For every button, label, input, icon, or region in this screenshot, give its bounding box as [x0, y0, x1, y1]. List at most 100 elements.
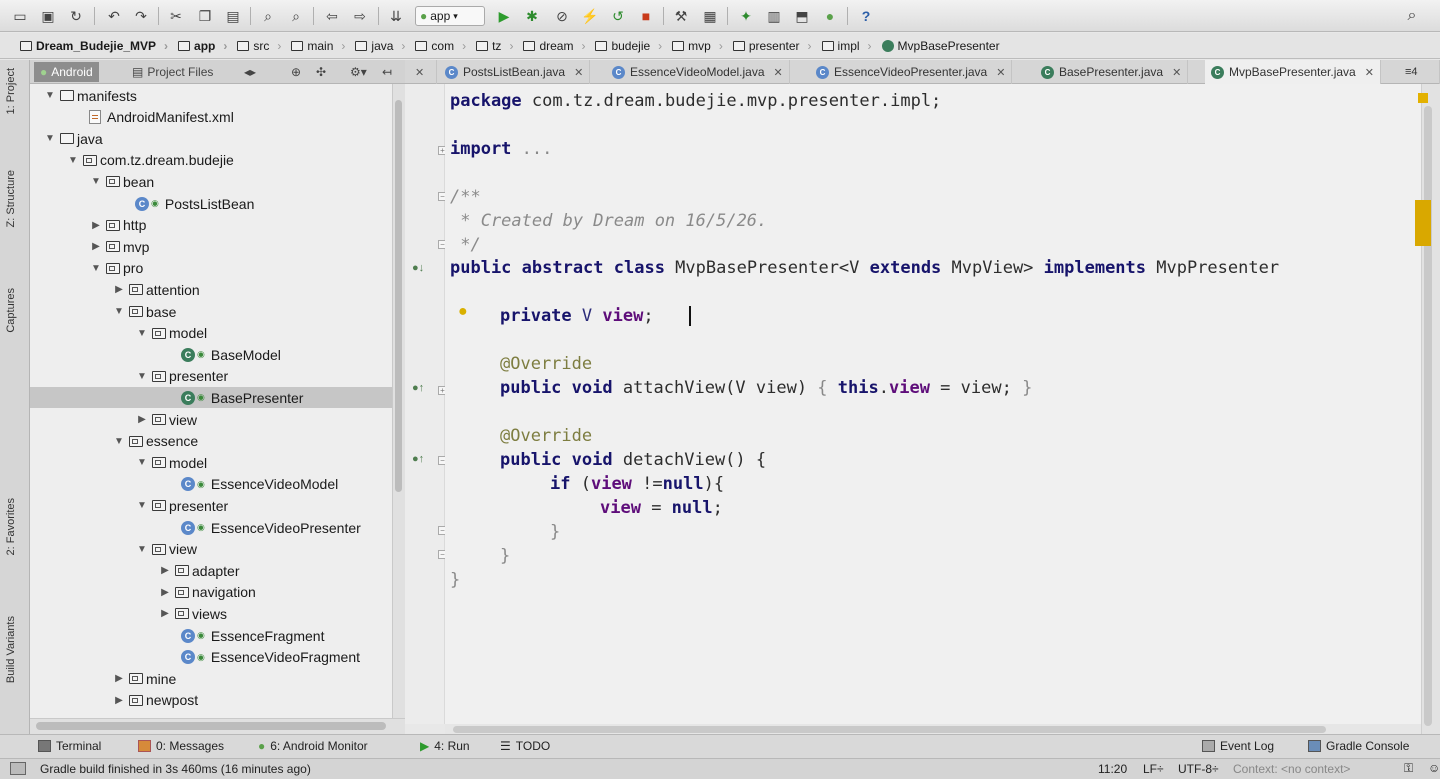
cut-icon[interactable]: ✂	[166, 6, 186, 26]
tree-item-attention[interactable]: ▶ attention	[30, 279, 392, 300]
status-message[interactable]: Gradle build finished in 3s 460ms (16 mi…	[40, 762, 311, 776]
messages-button[interactable]: 0: Messages	[138, 739, 224, 753]
android-icon[interactable]: ●	[820, 6, 840, 26]
tree-item-basepresenter[interactable]: C ◉ BasePresenter	[30, 387, 392, 409]
context-indicator[interactable]: Context: <no context>	[1233, 762, 1350, 776]
editor-tab-active[interactable]: C MvpBasePresenter.java ✕	[1205, 60, 1381, 84]
breadcrumb-item[interactable]: impl ›	[818, 35, 878, 57]
inspection-status-icon[interactable]	[1418, 93, 1428, 103]
tree-item-mvp[interactable]: ▶ mvp	[30, 236, 392, 257]
editor-tab[interactable]: C EssenceVideoPresenter.java ✕	[810, 60, 1013, 84]
tree-item-basemodel[interactable]: C ◉ BaseModel	[30, 344, 392, 365]
close-icon[interactable]: ✕	[996, 66, 1005, 79]
tree-item-adapter[interactable]: ▶ adapter	[30, 560, 392, 581]
tab-switcher-icon[interactable]: ◂▸	[238, 62, 262, 82]
expand-arrow-icon[interactable]: ▼	[136, 544, 148, 555]
tree-item-essencevideomodel[interactable]: C ◉ EssenceVideoModel	[30, 474, 392, 495]
close-icon[interactable]: ✕	[1172, 66, 1181, 79]
expand-arrow-icon[interactable]: ▼	[90, 176, 102, 187]
override-marker-icon[interactable]: ●↑	[412, 453, 424, 465]
editor-tab[interactable]: C BasePresenter.java ✕	[1035, 60, 1189, 84]
tab-project-files[interactable]: ▤ Project Files	[126, 62, 219, 82]
line-separator[interactable]: LF÷	[1143, 762, 1164, 776]
tree-item-views[interactable]: ▶ views	[30, 603, 392, 624]
lock-icon[interactable]: ⚿	[1404, 761, 1413, 776]
android-monitor-button[interactable]: ● 6: Android Monitor	[258, 739, 368, 753]
editor-tab[interactable]: C EssenceVideoModel.java ✕	[606, 60, 790, 84]
project-structure-icon[interactable]: ⚒	[671, 6, 691, 26]
tree-item-java[interactable]: ▼ java	[30, 128, 392, 149]
editor-scroll-thumb[interactable]	[1424, 106, 1432, 726]
project-tool-tab[interactable]: 1: Project	[5, 68, 17, 114]
tree-item-postslistbean[interactable]: C ◉ PostsListBean	[30, 193, 392, 214]
tree-item-model[interactable]: ▼ model	[30, 452, 392, 473]
editor-tab[interactable]: C PostsListBean.java ✕	[439, 60, 591, 84]
expand-arrow-icon[interactable]: ▼	[136, 457, 148, 468]
tree-item-manifests[interactable]: ▼ manifests	[30, 85, 392, 106]
run-configuration-dropdown[interactable]: ● app ▾	[415, 6, 485, 26]
collapse-arrow-icon[interactable]: ▶	[113, 673, 125, 684]
forward-icon[interactable]: ⇨	[350, 6, 370, 26]
apply-changes-icon[interactable]: ⚡	[580, 6, 600, 26]
breadcrumb-item[interactable]: tz ›	[472, 35, 519, 57]
device-monitor-icon[interactable]: ▥	[764, 6, 784, 26]
tree-item-presenter[interactable]: ▼ presenter	[30, 495, 392, 516]
collapse-arrow-icon[interactable]: ▶	[113, 695, 125, 706]
sync-icon[interactable]: ↻	[66, 6, 86, 26]
breadcrumb-item[interactable]: dream ›	[519, 35, 591, 57]
run-icon[interactable]: ▶	[494, 6, 514, 26]
expand-arrow-icon[interactable]: ▼	[113, 436, 125, 447]
inspector-icon[interactable]: ☺	[1428, 761, 1440, 775]
close-icon[interactable]: ✕	[1365, 66, 1374, 79]
paste-icon[interactable]: ▤	[223, 6, 243, 26]
close-icon[interactable]: ✕	[774, 66, 783, 79]
editor-hscroll-thumb[interactable]	[453, 726, 1326, 733]
terminal-button[interactable]: Terminal	[38, 739, 101, 753]
warning-stripe-marker[interactable]	[1415, 200, 1431, 246]
stop-icon[interactable]: ■	[636, 6, 656, 26]
breadcrumb-item[interactable]: src ›	[233, 35, 287, 57]
expand-arrow-icon[interactable]: ▼	[136, 328, 148, 339]
captures-tool-tab[interactable]: Captures	[5, 288, 17, 333]
tab-overflow-button[interactable]: ≡4	[1399, 60, 1440, 84]
breadcrumb-item[interactable]: java ›	[351, 35, 411, 57]
tab-android[interactable]: ● Android	[34, 62, 99, 82]
tree-item-pro[interactable]: ▼ pro	[30, 258, 392, 279]
override-marker-icon[interactable]: ●↑	[412, 382, 424, 394]
close-icon[interactable]: ✕	[574, 66, 583, 79]
todo-button[interactable]: ☰ TODO	[500, 739, 550, 753]
caret-position[interactable]: 11:20	[1098, 762, 1127, 776]
event-log-button[interactable]: Event Log	[1202, 739, 1274, 753]
collapse-arrow-icon[interactable]: ▶	[90, 220, 102, 231]
tree-item-mine[interactable]: ▶ mine	[30, 668, 392, 689]
build-variants-tool-tab[interactable]: Build Variants	[5, 616, 17, 683]
favorites-tool-tab[interactable]: 2: Favorites	[5, 498, 17, 555]
tree-item-presenter[interactable]: ▼ presenter	[30, 366, 392, 387]
breadcrumb-item[interactable]: presenter ›	[729, 35, 818, 57]
avd-manager-icon[interactable]: ✦	[736, 6, 756, 26]
help-icon[interactable]: ?	[856, 6, 876, 26]
collapse-all-icon[interactable]: ✣	[310, 62, 332, 82]
tree-item-com-tz-dream-budejie[interactable]: ▼ com.tz.dream.budejie	[30, 150, 392, 171]
back-icon[interactable]: ⇦	[322, 6, 342, 26]
breadcrumb-item[interactable]: budejie ›	[591, 35, 668, 57]
file-encoding[interactable]: UTF-8÷	[1178, 762, 1219, 776]
tree-item-essence[interactable]: ▼ essence	[30, 431, 392, 452]
tree-item-essencevideopresenter[interactable]: C ◉ EssenceVideoPresenter	[30, 517, 392, 538]
tree-item-http[interactable]: ▶ http	[30, 215, 392, 236]
tree-item-essencevideofragment[interactable]: C ◉ EssenceVideoFragment	[30, 647, 392, 668]
collapse-arrow-icon[interactable]: ▶	[90, 241, 102, 252]
expand-arrow-icon[interactable]: ▼	[90, 263, 102, 274]
attach-debugger-icon[interactable]: ⊘	[552, 6, 572, 26]
code-editor[interactable]: package com.tz.dream.budejie.mvp.present…	[445, 84, 1421, 724]
breadcrumb-item[interactable]: app ›	[174, 35, 233, 57]
tree-item-essencefragment[interactable]: C ◉ EssenceFragment	[30, 625, 392, 646]
expand-arrow-icon[interactable]: ▼	[44, 133, 56, 144]
gradle-console-button[interactable]: Gradle Console	[1308, 739, 1409, 753]
rerun-icon[interactable]: ↺	[608, 6, 628, 26]
collapse-arrow-icon[interactable]: ▶	[159, 565, 171, 576]
structure-tool-tab[interactable]: Z: Structure	[5, 170, 17, 227]
tree-hscroll-thumb[interactable]	[36, 722, 386, 730]
open-icon[interactable]: ▭	[10, 6, 30, 26]
collapse-arrow-icon[interactable]: ▶	[113, 284, 125, 295]
